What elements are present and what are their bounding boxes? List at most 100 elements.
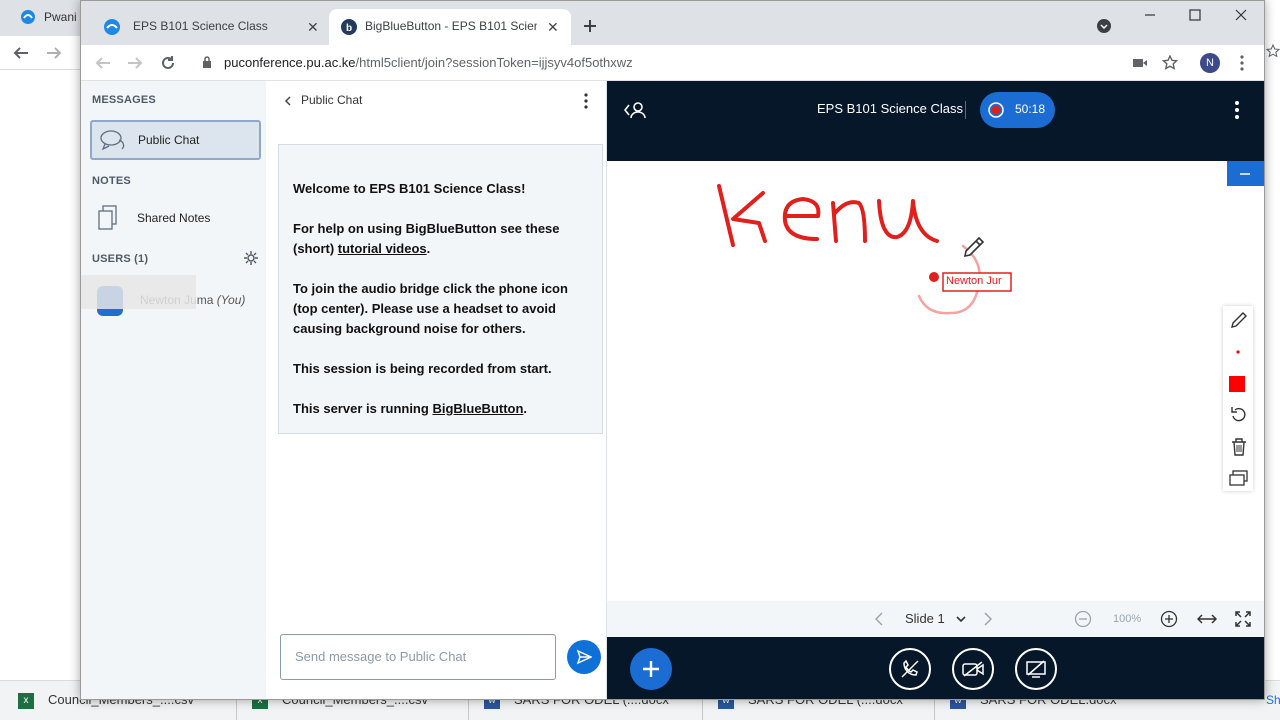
chat-header-title: Public Chat bbox=[301, 93, 363, 107]
maximize-icon[interactable] bbox=[1189, 9, 1201, 21]
presenter-cursor bbox=[929, 272, 939, 282]
meeting-title: EPS B101 Science Class bbox=[817, 101, 963, 116]
whiteboard-slide[interactable]: Newton Jur bbox=[607, 161, 1264, 601]
presenter-cursor-label: Newton Jur bbox=[946, 275, 1002, 287]
recording-time: 50:18 bbox=[1015, 102, 1046, 116]
background-toolbar bbox=[0, 36, 82, 70]
welcome-line: Welcome to EPS B101 Science Class! bbox=[293, 181, 526, 196]
fit-width-icon[interactable] bbox=[1197, 612, 1217, 626]
settings-gear-icon[interactable] bbox=[244, 251, 258, 265]
notes-document-icon bbox=[98, 205, 117, 230]
welcome-message: Welcome to EPS B101 Science Class! For h… bbox=[278, 144, 603, 434]
lock-icon[interactable] bbox=[202, 56, 212, 69]
thickness-dot-icon[interactable] bbox=[1236, 350, 1240, 354]
back-arrow-icon[interactable] bbox=[12, 45, 30, 61]
back-arrow-icon[interactable] bbox=[95, 55, 111, 71]
options-menu-icon[interactable] bbox=[1234, 101, 1240, 119]
chat-message-input[interactable]: Send message to Public Chat bbox=[280, 634, 556, 680]
public-chat-label: Public Chat bbox=[138, 133, 200, 147]
help-line: For help on using BigBlueButton see thes… bbox=[293, 219, 588, 259]
clear-trash-icon[interactable] bbox=[1231, 438, 1247, 456]
shared-notes-item[interactable]: Shared Notes bbox=[90, 199, 261, 239]
profile-avatar[interactable]: N bbox=[1200, 53, 1220, 73]
close-tab-icon[interactable]: ✕ bbox=[547, 19, 559, 36]
multi-user-whiteboard-icon[interactable] bbox=[1229, 470, 1249, 486]
send-arrow-icon bbox=[576, 649, 592, 665]
minimize-presentation-button[interactable] bbox=[1227, 161, 1264, 186]
star-icon[interactable] bbox=[1266, 44, 1280, 58]
bigbluebutton-link[interactable]: BigBlueButton bbox=[432, 401, 523, 416]
tab-eps-science-class[interactable]: EPS B101 Science Class ✕ bbox=[89, 9, 329, 45]
header-divider bbox=[965, 101, 966, 119]
url-path: /html5client/join?sessionToken=ijjsyv4of… bbox=[355, 55, 633, 70]
notes-section-title: NOTES bbox=[92, 175, 131, 187]
zoom-level: 100% bbox=[1113, 613, 1142, 625]
drag-ghost-overlay bbox=[81, 275, 196, 309]
reload-icon[interactable] bbox=[159, 54, 177, 72]
browser-menu-icon[interactable] bbox=[1239, 55, 1245, 71]
shared-notes-label: Shared Notes bbox=[137, 211, 211, 225]
previous-slide-icon[interactable] bbox=[875, 612, 883, 626]
record-icon bbox=[988, 102, 1004, 118]
pencil-tool-icon[interactable] bbox=[1230, 311, 1248, 329]
server-suffix: . bbox=[523, 401, 528, 416]
zoom-in-icon[interactable] bbox=[1160, 610, 1178, 628]
join-audio-button[interactable] bbox=[889, 648, 931, 690]
fullscreen-icon[interactable] bbox=[1235, 611, 1251, 627]
forward-arrow-icon[interactable] bbox=[45, 45, 63, 61]
recording-indicator[interactable]: 50:18 bbox=[980, 92, 1055, 128]
actions-plus-button[interactable] bbox=[630, 648, 672, 690]
tab-bigbluebutton[interactable]: b BigBlueButton - EPS B101 Scienc ✕ bbox=[329, 9, 571, 45]
forward-arrow-icon[interactable] bbox=[127, 55, 143, 71]
background-tab-title: Pwani bbox=[44, 10, 77, 24]
user-list-sidebar: MESSAGES Public Chat NOTES Shared Notes … bbox=[81, 81, 266, 699]
chevron-down-icon bbox=[956, 616, 966, 623]
zoom-out-icon[interactable] bbox=[1074, 610, 1092, 628]
slide-selector[interactable]: Slide 1 bbox=[905, 610, 966, 628]
send-message-button[interactable] bbox=[567, 640, 601, 674]
share-screen-button[interactable] bbox=[1015, 648, 1057, 690]
svg-text:b: b bbox=[346, 23, 352, 34]
tab-title: EPS B101 Science Class bbox=[133, 19, 268, 33]
tab-search-icon[interactable] bbox=[1096, 18, 1112, 34]
minimize-icon[interactable] bbox=[1144, 9, 1156, 21]
tutorial-videos-link[interactable]: tutorial videos bbox=[338, 241, 427, 256]
bigbluebutton-favicon: b bbox=[341, 19, 357, 35]
chevron-left-icon bbox=[284, 96, 291, 106]
share-webcam-button[interactable] bbox=[952, 648, 994, 690]
bigbluebutton-favicon bbox=[104, 19, 120, 35]
pencil-cursor-icon bbox=[963, 236, 985, 258]
public-chat-panel: Public Chat Welcome to EPS B101 Science … bbox=[266, 81, 607, 699]
chat-options-icon[interactable] bbox=[583, 93, 589, 109]
background-tab[interactable]: Pwani bbox=[0, 0, 82, 36]
server-text: This server is running bbox=[293, 401, 433, 416]
chat-bubbles-icon bbox=[100, 130, 125, 151]
public-chat-item[interactable]: Public Chat bbox=[90, 120, 261, 160]
excel-file-icon: x bbox=[18, 692, 34, 709]
next-slide-icon[interactable] bbox=[984, 612, 992, 626]
camera-blocked-icon[interactable] bbox=[1132, 57, 1148, 69]
audio-line: To join the audio bridge click the phone… bbox=[293, 281, 568, 336]
close-window-icon[interactable] bbox=[1235, 9, 1247, 21]
show-all-downloads[interactable]: Sh bbox=[1266, 688, 1280, 712]
undo-icon[interactable] bbox=[1230, 406, 1248, 424]
toggle-userlist-icon[interactable] bbox=[624, 101, 646, 119]
action-bar bbox=[607, 637, 1264, 699]
camera-off-icon bbox=[962, 661, 984, 677]
background-toolbar-right bbox=[1265, 36, 1280, 70]
tab-strip: EPS B101 Science Class ✕ b BigBlueButton… bbox=[81, 1, 1264, 45]
pwani-logo-icon bbox=[21, 10, 35, 24]
minus-icon bbox=[1240, 173, 1250, 175]
browser-window: EPS B101 Science Class ✕ b BigBlueButton… bbox=[80, 0, 1265, 700]
color-picker-swatch[interactable] bbox=[1229, 376, 1245, 392]
new-tab-icon[interactable] bbox=[582, 18, 598, 34]
bookmark-star-icon[interactable] bbox=[1162, 55, 1178, 71]
close-tab-icon[interactable]: ✕ bbox=[307, 19, 319, 36]
plus-icon bbox=[643, 661, 659, 677]
user-you-label: (You) bbox=[216, 293, 246, 307]
tab-title: BigBlueButton - EPS B101 Scienc bbox=[365, 19, 537, 33]
url-host: puconference.pu.ac.ke bbox=[224, 55, 356, 70]
handwriting-annotation bbox=[717, 184, 939, 247]
url-text: puconference.pu.ac.ke/html5client/join?s… bbox=[224, 55, 633, 70]
whiteboard-annotations bbox=[717, 184, 1012, 315]
